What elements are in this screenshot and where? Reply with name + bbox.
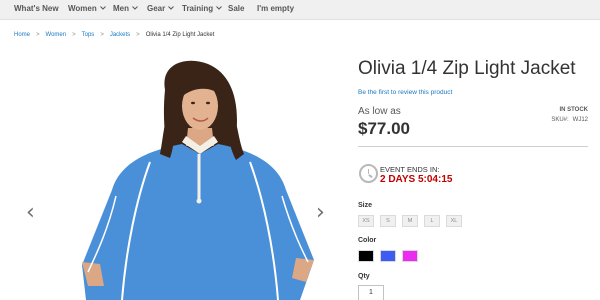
sku-value: WJ12: [572, 117, 588, 123]
chevron-down-icon: [132, 6, 138, 10]
nav-item-gear[interactable]: Gear: [147, 4, 175, 13]
chevron-left-icon[interactable]: ‹: [26, 202, 35, 224]
nav-item-training[interactable]: Training: [182, 4, 222, 13]
nav-item-sale[interactable]: Sale: [228, 4, 244, 13]
breadcrumb-separator: >: [36, 32, 40, 38]
qty-input[interactable]: 1: [358, 285, 384, 300]
product-title: Olivia 1/4 Zip Light Jacket: [358, 58, 576, 79]
breadcrumb-separator: >: [100, 32, 104, 38]
size-option-xl[interactable]: XL: [446, 215, 462, 227]
nav-item-whats-new[interactable]: What's New: [14, 4, 59, 13]
breadcrumb-separator: >: [72, 32, 76, 38]
nav-item-label: Men: [113, 4, 129, 13]
event-countdown: 2 DAYS 5:04:15: [380, 174, 453, 185]
sku-label: SKU#:: [551, 117, 569, 123]
nav-item-im-empty[interactable]: I'm empty: [257, 4, 294, 13]
nav-item-label: Sale: [228, 4, 245, 13]
breadcrumb-home[interactable]: Home: [14, 32, 30, 38]
nav-item-label: What's New: [14, 4, 59, 13]
breadcrumb-current: Olivia 1/4 Zip Light Jacket: [145, 32, 215, 38]
chevron-down-icon: [168, 6, 175, 10]
nav-item-label: Gear: [147, 4, 166, 13]
breadcrumb-separator: >: [136, 32, 140, 38]
nav-item-women[interactable]: Women: [68, 4, 106, 13]
clock-icon: [359, 164, 378, 183]
review-link[interactable]: Be the first to review this product: [358, 89, 452, 96]
size-option-m[interactable]: M: [402, 215, 418, 227]
chevron-down-icon: [99, 6, 106, 10]
nav-item-label: Training: [182, 4, 214, 13]
color-swatch-pink[interactable]: [402, 250, 418, 262]
breadcrumb: Home > Women > Tops > Jackets > Olivia 1/4 Zip L…: [14, 32, 214, 38]
color-swatch-black[interactable]: [358, 250, 374, 262]
size-option-s[interactable]: S: [380, 215, 396, 227]
stock-status: IN STOCK: [559, 107, 588, 113]
top-navigation: What's New Women Men Gear Training Sale …: [0, 0, 600, 20]
size-option-xs[interactable]: XS: [358, 215, 374, 227]
nav-item-label: I'm empty: [257, 4, 295, 13]
color-swatch-blue[interactable]: [380, 250, 396, 262]
divider: [358, 146, 588, 147]
chevron-right-icon[interactable]: ›: [316, 202, 325, 224]
size-option-l[interactable]: L: [424, 215, 440, 227]
price-prefix: As low as: [358, 106, 401, 117]
size-label: Size: [358, 202, 373, 209]
product-gallery: ‹ ›: [0, 50, 345, 300]
breadcrumb-tops[interactable]: Tops: [82, 32, 95, 38]
breadcrumb-women[interactable]: Women: [46, 32, 67, 38]
nav-item-label: Women: [68, 4, 97, 13]
product-image: [82, 60, 314, 300]
chevron-down-icon: [216, 6, 222, 10]
color-label: Color: [358, 237, 377, 244]
qty-label: Qty: [358, 273, 370, 280]
breadcrumb-jackets[interactable]: Jackets: [110, 32, 130, 38]
event-label: EVENT ENDS IN:: [380, 165, 440, 174]
nav-item-men[interactable]: Men: [113, 4, 138, 13]
product-price: $77.00: [358, 119, 410, 138]
sku: SKU#: WJ12: [551, 117, 588, 123]
